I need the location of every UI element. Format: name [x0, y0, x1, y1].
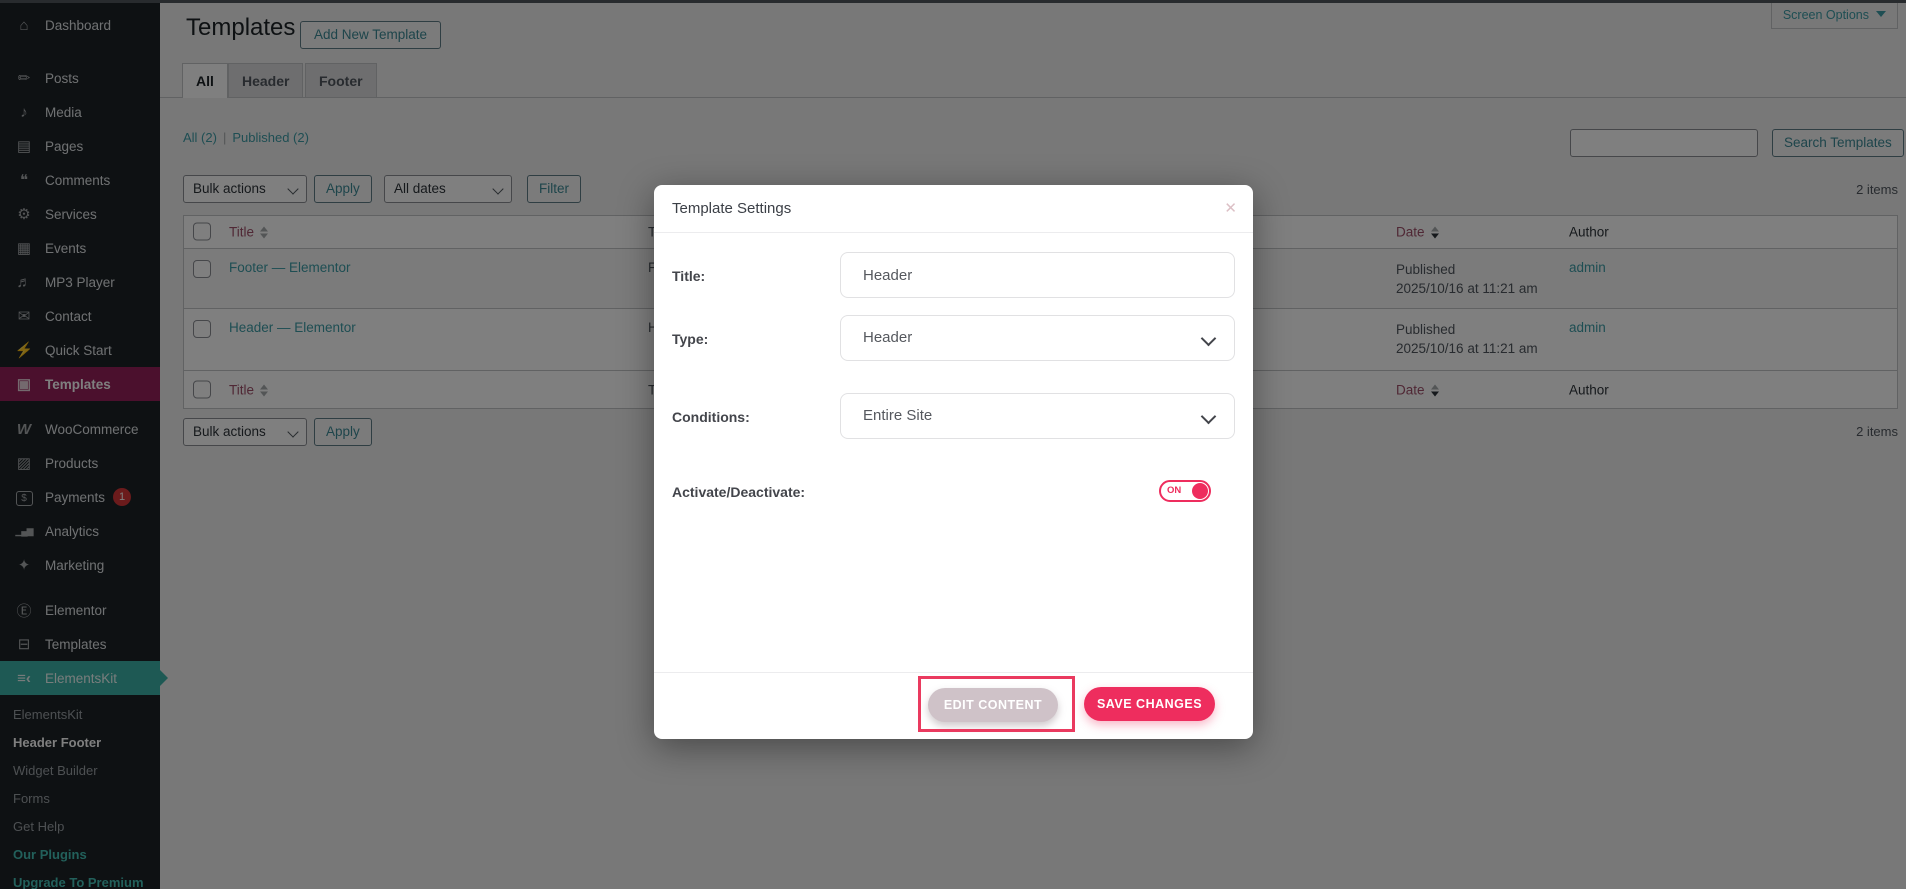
modal-title: Template Settings [672, 185, 791, 232]
wordpress-admin-page: ⌂Dashboard ✏Posts ♪Media ▤Pages ❝Comment… [0, 0, 1906, 889]
modal-footer-divider [654, 672, 1253, 673]
toggle-knob [1192, 483, 1208, 499]
close-icon[interactable]: ✕ [1224, 185, 1237, 232]
type-field-label: Type: [672, 331, 708, 347]
template-title-input[interactable] [840, 252, 1235, 298]
conditions-select[interactable]: Entire Site [840, 393, 1235, 439]
conditions-field-label: Conditions: [672, 409, 750, 425]
chevron-down-icon [1201, 331, 1217, 347]
title-field-label: Title: [672, 268, 705, 284]
chevron-down-icon [1201, 409, 1217, 425]
edit-content-button[interactable]: EDIT CONTENT [928, 688, 1058, 722]
activate-toggle[interactable]: ON [1159, 480, 1211, 502]
save-changes-button[interactable]: SAVE CHANGES [1084, 687, 1215, 721]
toggle-state-label: ON [1167, 483, 1181, 499]
template-settings-modal: Template Settings ✕ Title: Type: Header … [654, 185, 1253, 739]
template-type-select[interactable]: Header [840, 315, 1235, 361]
activate-field-label: Activate/Deactivate: [672, 484, 805, 500]
modal-header: Template Settings ✕ [654, 185, 1253, 233]
